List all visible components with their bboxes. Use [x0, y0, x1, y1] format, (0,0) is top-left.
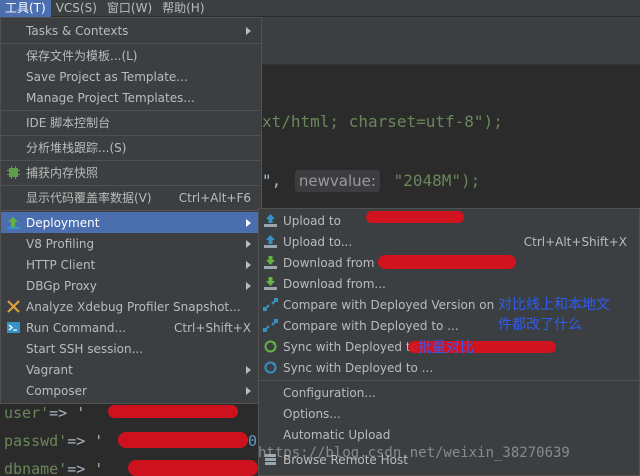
menu-separator — [1, 110, 261, 111]
redaction-mark — [366, 211, 464, 223]
submenu-item-automatic-upload[interactable]: Automatic Upload — [259, 424, 639, 445]
code-arrow: => ' — [67, 432, 104, 450]
code-line-content-type: xt/html; charset=utf-8"); — [262, 112, 503, 131]
deployment-icon — [7, 217, 20, 229]
submenu-item-configuration[interactable]: Configuration... — [259, 382, 639, 403]
code-key: passwd' — [4, 432, 68, 450]
code-key: user' — [4, 404, 50, 422]
menu-separator — [1, 185, 261, 186]
code-arrow: => ' — [49, 404, 86, 422]
menu-item-tasks-contexts[interactable]: Tasks & Contexts — [1, 20, 261, 41]
menu-item-ide-script-console[interactable]: IDE 脚本控制台 — [1, 112, 261, 133]
menu-separator — [1, 210, 261, 211]
code-line-user: user'=> ' — [0, 404, 85, 422]
download-icon — [264, 277, 277, 290]
menu-item-capture-memory-snapshot[interactable]: 捕获内存快照 — [1, 162, 261, 183]
menu-item-show-coverage-data[interactable]: 显示代码覆盖率数据(V) Ctrl+Alt+F6 — [1, 187, 261, 208]
annotation-note: 批量对比 — [418, 340, 474, 356]
menu-separator — [1, 43, 261, 44]
submenu-item-download-from[interactable]: Download from... — [259, 273, 639, 294]
submenu-item-compare-deployed-to[interactable]: Compare with Deployed to ... — [259, 315, 639, 336]
submenu-arrow-icon — [246, 260, 251, 269]
submenu-item-sync-deployed-to[interactable]: Sync with Deployed to ... — [259, 357, 639, 378]
code-string: "2048M"); — [393, 171, 481, 190]
redaction-mark — [378, 255, 516, 269]
terminal-icon — [7, 322, 20, 333]
submenu-arrow-icon — [246, 218, 251, 227]
xdebug-icon — [7, 300, 20, 313]
redaction-mark — [128, 460, 258, 476]
annotation-note: 对比线上和本地文 — [498, 297, 610, 313]
code-string: xt/html; charset=utf-8"); — [262, 112, 503, 131]
menu-vcs[interactable]: VCS(S) — [51, 0, 102, 17]
menu-bar: 工具(T) VCS(S) 窗口(W) 帮助(H) — [0, 0, 640, 17]
code-arrow: => ' — [67, 460, 104, 476]
tools-menu: Tasks & Contexts 保存文件为模板...(L) Save Proj… — [0, 17, 262, 404]
code-key: dbname' — [4, 460, 68, 476]
submenu-item-options[interactable]: Options... — [259, 403, 639, 424]
menu-separator — [1, 135, 261, 136]
watermark: https://blog.csdn.net/weixin_38270639 — [258, 445, 570, 461]
code-line-passwd: passwd'=> ' — [0, 432, 103, 450]
editor-tab-bar — [262, 17, 640, 65]
submenu-arrow-icon — [246, 239, 251, 248]
menu-separator — [1, 160, 261, 161]
param-hint: newvalue: — [294, 170, 380, 192]
compare-icon — [263, 298, 278, 311]
menu-item-deployment[interactable]: Deployment — [1, 212, 261, 233]
upload-icon — [264, 214, 277, 227]
code-punct: ", — [262, 171, 282, 190]
code-passwd-tail: 0 — [248, 432, 258, 450]
submenu-arrow-icon — [246, 281, 251, 290]
menu-item-vagrant[interactable]: Vagrant — [1, 359, 261, 380]
menu-item-composer[interactable]: Composer — [1, 380, 261, 401]
menu-item-run-command[interactable]: Run Command... Ctrl+Shift+X — [1, 317, 261, 338]
submenu-arrow-icon — [246, 386, 251, 395]
download-icon — [264, 256, 277, 269]
menu-item-analyze-stacktrace[interactable]: 分析堆栈跟踪...(S) — [1, 137, 261, 158]
menu-help[interactable]: 帮助(H) — [157, 0, 209, 17]
menu-item-save-project-template[interactable]: Save Project as Template... — [1, 66, 261, 87]
menu-item-analyze-xdebug-snapshot[interactable]: Analyze Xdebug Profiler Snapshot... — [1, 296, 261, 317]
menu-item-http-client[interactable]: HTTP Client — [1, 254, 261, 275]
menu-item-manage-project-templates[interactable]: Manage Project Templates... — [1, 87, 261, 108]
submenu-arrow-icon — [246, 26, 251, 35]
menu-item-save-file-template[interactable]: 保存文件为模板...(L) — [1, 45, 261, 66]
menu-item-dbgp-proxy[interactable]: DBGp Proxy — [1, 275, 261, 296]
menu-separator — [259, 380, 639, 381]
menu-window[interactable]: 窗口(W) — [102, 0, 157, 17]
submenu-item-upload-to[interactable]: Upload to... Ctrl+Alt+Shift+X — [259, 231, 639, 252]
sync-icon — [264, 340, 277, 353]
menu-item-v8-profiling[interactable]: V8 Profiling — [1, 233, 261, 254]
upload-icon — [264, 235, 277, 248]
redaction-mark — [108, 405, 238, 418]
submenu-arrow-icon — [246, 365, 251, 374]
menu-item-start-ssh-session[interactable]: Start SSH session... — [1, 338, 261, 359]
compare-icon — [263, 319, 278, 332]
code-line-dbname: dbname'=> ' — [0, 460, 103, 476]
annotation-note: 件都改了什么 — [498, 317, 582, 333]
memory-snapshot-icon — [7, 166, 20, 179]
redaction-mark — [118, 432, 248, 448]
code-line-memory-limit: ", newvalue: "2048M"); — [262, 170, 480, 192]
sync-icon — [264, 361, 277, 374]
menu-tools[interactable]: 工具(T) — [0, 0, 51, 17]
